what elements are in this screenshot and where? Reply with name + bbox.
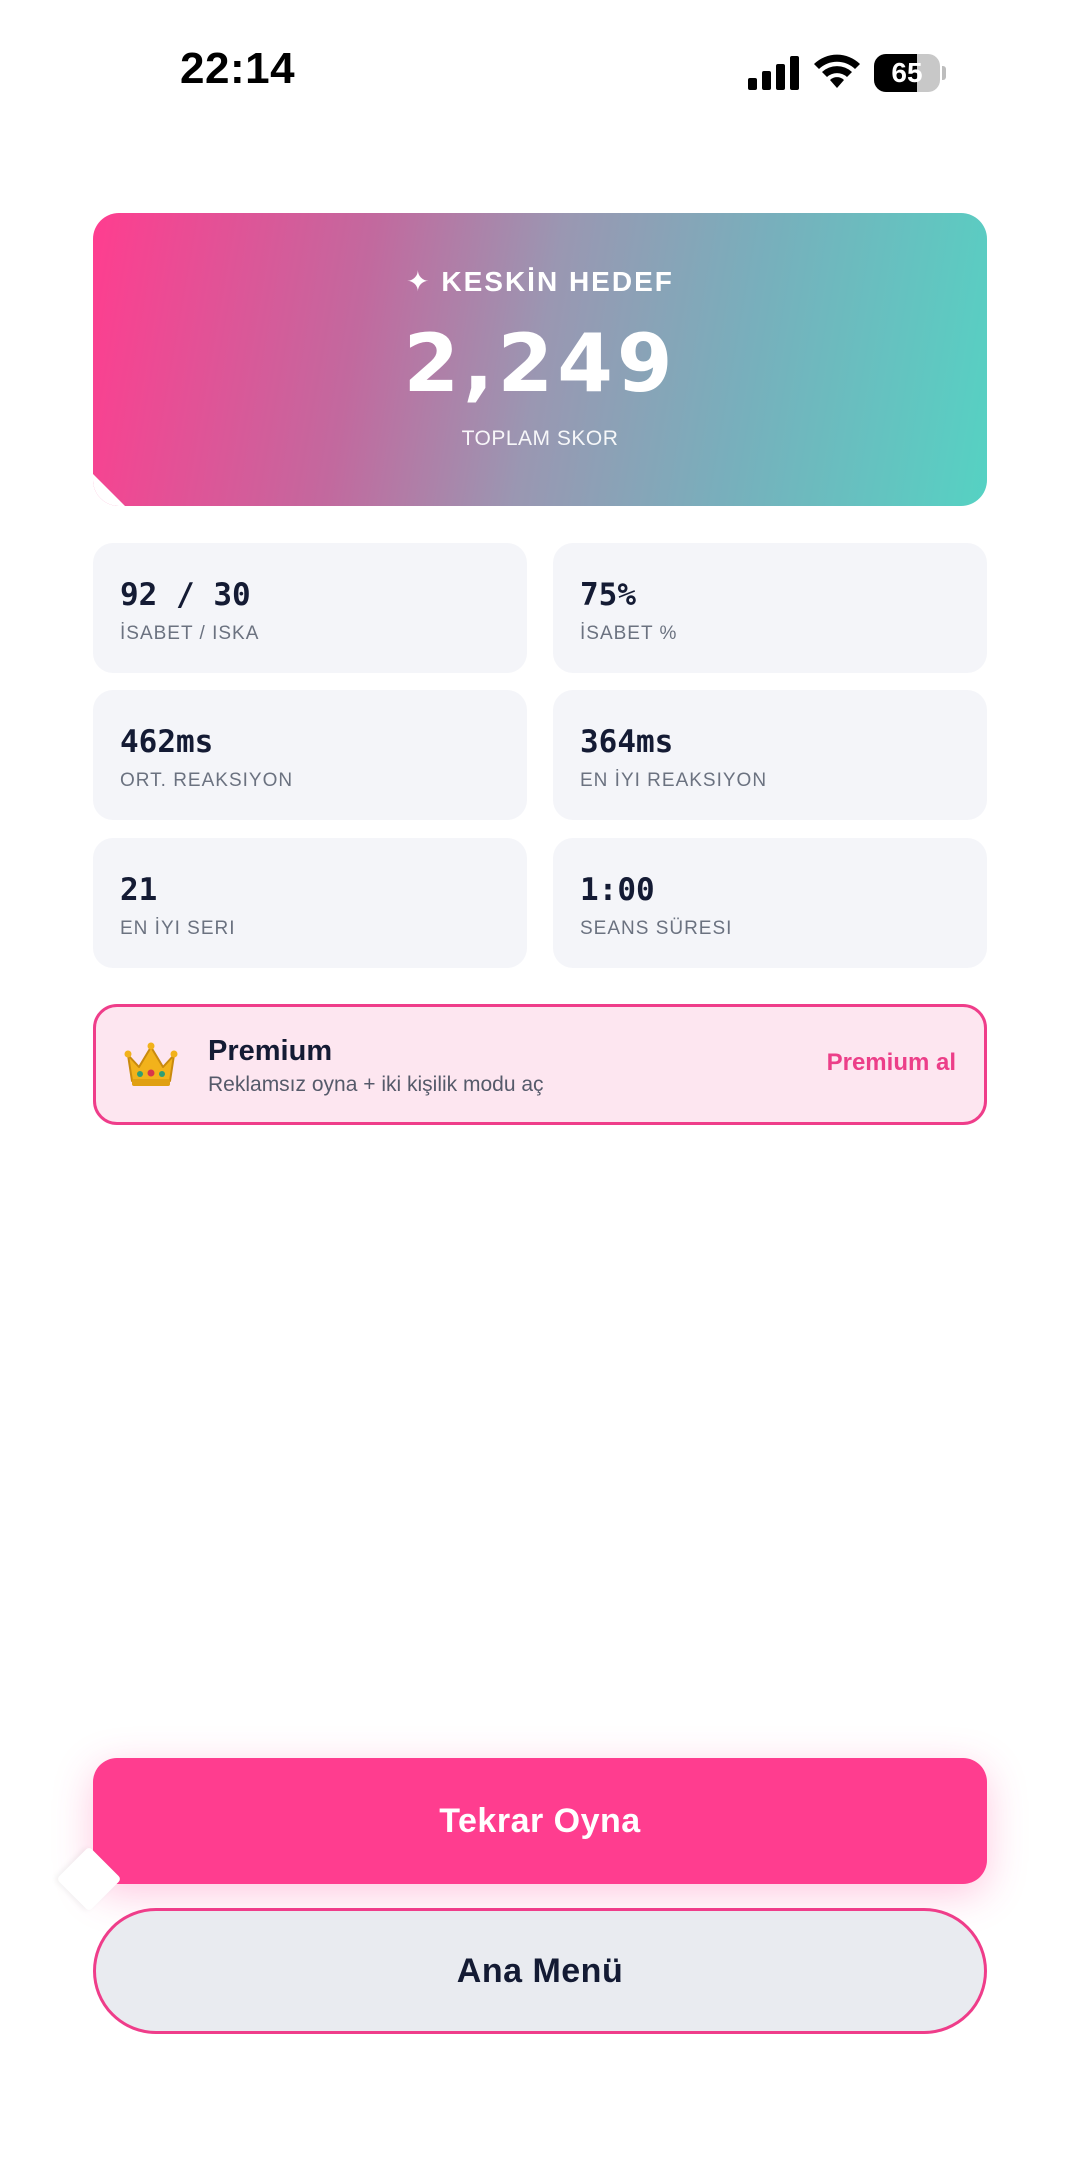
stat-card-hits-misses: 92 / 30 İSABET / ISKA <box>93 543 527 673</box>
battery-percentage: 65 <box>891 57 923 88</box>
premium-description: Reklamsız oyna + iki kişilik modu aç <box>208 1073 544 1096</box>
stat-value: 75% <box>580 577 636 613</box>
total-score-label: TOPLAM SKOR <box>461 427 619 450</box>
stat-card-best-reaction: 364ms EN İYI REAKSIYON <box>553 690 987 820</box>
premium-title: Premium <box>208 1035 333 1067</box>
stat-value: 1:00 <box>580 872 655 908</box>
stat-label: EN İYI SERI <box>120 918 236 939</box>
battery-icon: 65 <box>874 54 946 92</box>
stat-label: İSABET % <box>580 623 678 644</box>
crown-icon <box>124 1042 178 1086</box>
buy-premium-link[interactable]: Premium al <box>827 1049 956 1077</box>
total-score-value: 2,249 <box>403 317 677 410</box>
cellular-signal-icon <box>748 56 799 90</box>
stat-value: 92 / 30 <box>120 577 251 613</box>
stat-label: İSABET / ISKA <box>120 623 260 644</box>
stat-value: 364ms <box>580 724 674 760</box>
play-again-button[interactable]: Tekrar Oyna <box>93 1758 987 1884</box>
status-time: 22:14 <box>180 44 296 93</box>
score-hero-card: ✦ KESKİN HEDEF 2,249 TOPLAM SKOR <box>93 213 987 506</box>
stat-label: ORT. REAKSIYON <box>120 770 294 791</box>
stat-card-accuracy: 75% İSABET % <box>553 543 987 673</box>
wifi-icon <box>814 54 860 88</box>
stat-value: 21 <box>120 872 158 908</box>
stat-card-best-streak: 21 EN İYI SERI <box>93 838 527 968</box>
status-bar: 22:14 65 <box>0 0 1080 150</box>
premium-banner[interactable]: Premium Reklamsız oyna + iki kişilik mod… <box>93 1004 987 1125</box>
main-menu-button[interactable]: Ana Menü <box>93 1908 987 2034</box>
stat-card-session-duration: 1:00 SEANS SÜRESI <box>553 838 987 968</box>
stat-label: SEANS SÜRESI <box>580 918 733 939</box>
stat-value: 462ms <box>120 724 214 760</box>
hero-corner-notch <box>93 474 125 506</box>
game-title: ✦ KESKİN HEDEF <box>406 266 674 297</box>
stat-label: EN İYI REAKSIYON <box>580 770 768 791</box>
stat-card-avg-reaction: 462ms ORT. REAKSIYON <box>93 690 527 820</box>
